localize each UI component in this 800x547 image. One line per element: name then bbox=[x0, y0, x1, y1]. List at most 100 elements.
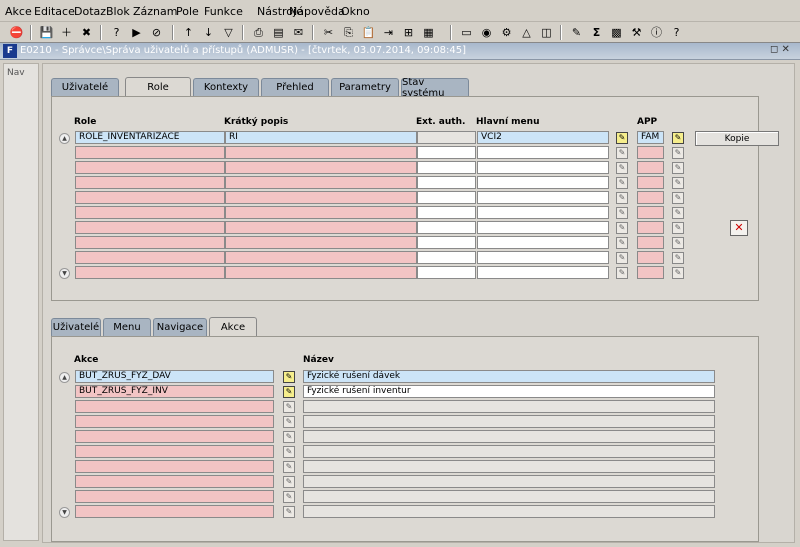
action-cell[interactable] bbox=[75, 415, 274, 428]
app-cell[interactable] bbox=[637, 221, 664, 234]
ext-auth-cell[interactable] bbox=[417, 146, 476, 159]
action-name-cell[interactable] bbox=[303, 475, 715, 488]
scroll-down-button[interactable]: ▼ bbox=[59, 268, 70, 279]
menu-item-0[interactable]: Akce bbox=[5, 5, 32, 18]
short-desc-cell[interactable] bbox=[225, 191, 417, 204]
edit-app-icon[interactable]: ✎ bbox=[672, 267, 684, 279]
gear-icon[interactable]: ⚙ bbox=[498, 24, 515, 41]
edit-action-icon[interactable]: ✎ bbox=[283, 431, 295, 443]
action-cell[interactable] bbox=[75, 445, 274, 458]
bottom-tab-0[interactable]: Uživatelé bbox=[51, 318, 101, 336]
action-name-cell[interactable] bbox=[303, 490, 715, 503]
ext-auth-cell[interactable] bbox=[417, 191, 476, 204]
tab-4[interactable]: Parametry bbox=[331, 78, 399, 96]
excel-icon[interactable]: ▩ bbox=[608, 24, 625, 41]
nav-panel[interactable]: Nav bbox=[3, 63, 39, 541]
menu-item-3[interactable]: Blok bbox=[106, 5, 130, 18]
edit-app-icon[interactable]: ✎ bbox=[672, 222, 684, 234]
delete-icon[interactable]: ✕ bbox=[730, 220, 748, 236]
delete-record-icon[interactable]: ✖ bbox=[78, 24, 95, 41]
edit-action-icon[interactable]: ✎ bbox=[283, 446, 295, 458]
save-icon[interactable]: 💾 bbox=[38, 24, 55, 41]
bottom-tab-3[interactable]: Akce bbox=[209, 317, 257, 336]
action-name-cell[interactable]: Fyzické rušení dávek bbox=[303, 370, 715, 383]
document-icon[interactable]: ▭ bbox=[458, 24, 475, 41]
cancel-query-icon[interactable]: ⊘ bbox=[148, 24, 165, 41]
action-name-cell[interactable] bbox=[303, 400, 715, 413]
role-cell[interactable] bbox=[75, 161, 225, 174]
action-name-cell[interactable] bbox=[303, 460, 715, 473]
short-desc-cell[interactable] bbox=[225, 161, 417, 174]
edit-app-icon[interactable]: ✎ bbox=[672, 237, 684, 249]
ext-auth-cell[interactable] bbox=[417, 206, 476, 219]
tab-1[interactable]: Role bbox=[125, 77, 191, 96]
short-desc-cell[interactable] bbox=[225, 146, 417, 159]
main-menu-cell[interactable] bbox=[477, 221, 609, 234]
app-cell[interactable] bbox=[637, 161, 664, 174]
edit-menu-icon[interactable]: ✎ bbox=[616, 177, 628, 189]
tab-5[interactable]: Stav systému bbox=[401, 77, 469, 99]
edit-action-icon[interactable]: ✎ bbox=[283, 476, 295, 488]
paste-icon[interactable]: 📋 bbox=[360, 24, 377, 41]
copy-button[interactable]: Kopie bbox=[695, 131, 779, 146]
menu-item-4[interactable]: Záznam bbox=[133, 5, 177, 18]
menu-item-5[interactable]: Pole bbox=[176, 5, 199, 18]
scroll-up-button[interactable]: ▲ bbox=[59, 133, 70, 144]
edit-app-icon[interactable]: ✎ bbox=[672, 147, 684, 159]
app-cell[interactable] bbox=[637, 251, 664, 264]
edit-app-icon[interactable]: ✎ bbox=[672, 207, 684, 219]
actions-scroll-down-button[interactable]: ▼ bbox=[59, 507, 70, 518]
menu-item-9[interactable]: Okno bbox=[341, 5, 370, 18]
app-cell[interactable] bbox=[637, 146, 664, 159]
help-icon[interactable]: ⓘ bbox=[648, 24, 665, 41]
main-menu-cell[interactable] bbox=[477, 146, 609, 159]
edit-app-icon[interactable]: ✎ bbox=[672, 132, 684, 144]
enter-query-icon[interactable]: ? bbox=[108, 24, 125, 41]
warning-icon[interactable]: △ bbox=[518, 24, 535, 41]
action-cell[interactable] bbox=[75, 430, 274, 443]
main-menu-cell[interactable] bbox=[477, 161, 609, 174]
role-cell[interactable] bbox=[75, 191, 225, 204]
edit-action-icon[interactable]: ✎ bbox=[283, 461, 295, 473]
sort-asc-icon[interactable]: ↑ bbox=[180, 24, 197, 41]
ext-auth-cell[interactable] bbox=[417, 131, 476, 144]
action-name-cell[interactable] bbox=[303, 505, 715, 518]
edit-app-icon[interactable]: ✎ bbox=[672, 252, 684, 264]
form-icon[interactable]: ▤ bbox=[270, 24, 287, 41]
action-cell[interactable] bbox=[75, 505, 274, 518]
edit-menu-icon[interactable]: ✎ bbox=[616, 162, 628, 174]
menu-item-1[interactable]: Editace bbox=[34, 5, 75, 18]
ext-auth-cell[interactable] bbox=[417, 161, 476, 174]
cut-icon[interactable]: ✂ bbox=[320, 24, 337, 41]
action-cell[interactable]: BUT_ZRUS_FYZ_INV bbox=[75, 385, 274, 398]
edit-action-icon[interactable]: ✎ bbox=[283, 506, 295, 518]
add-record-icon[interactable]: ＋ bbox=[58, 24, 75, 41]
main-menu-cell[interactable]: VCI2 bbox=[477, 131, 609, 144]
insert-icon[interactable]: ⊞ bbox=[400, 24, 417, 41]
role-cell[interactable] bbox=[75, 176, 225, 189]
sum-icon[interactable]: Σ bbox=[588, 24, 605, 41]
ext-auth-cell[interactable] bbox=[417, 251, 476, 264]
short-desc-cell[interactable] bbox=[225, 251, 417, 264]
sort-desc-icon[interactable]: ↓ bbox=[200, 24, 217, 41]
action-cell[interactable] bbox=[75, 475, 274, 488]
app-cell[interactable]: FAM bbox=[637, 131, 664, 144]
edit-action-icon[interactable]: ✎ bbox=[283, 416, 295, 428]
bottom-tab-2[interactable]: Navigace bbox=[153, 318, 207, 336]
filter-icon[interactable]: ▽ bbox=[220, 24, 237, 41]
edit-menu-icon[interactable]: ✎ bbox=[616, 132, 628, 144]
menu-item-2[interactable]: Dotaz bbox=[74, 5, 106, 18]
action-name-cell[interactable] bbox=[303, 415, 715, 428]
role-cell[interactable] bbox=[75, 146, 225, 159]
ext-auth-cell[interactable] bbox=[417, 221, 476, 234]
short-desc-cell[interactable] bbox=[225, 221, 417, 234]
edit-menu-icon[interactable]: ✎ bbox=[616, 147, 628, 159]
menu-item-8[interactable]: Nápověda bbox=[289, 5, 345, 18]
edit-app-icon[interactable]: ✎ bbox=[672, 192, 684, 204]
graph-icon[interactable]: ◫ bbox=[538, 24, 555, 41]
indent-icon[interactable]: ⇥ bbox=[380, 24, 397, 41]
action-cell[interactable]: BUT_ZRUS_FYZ_DAV bbox=[75, 370, 274, 383]
role-cell[interactable] bbox=[75, 221, 225, 234]
globe-icon[interactable]: ◉ bbox=[478, 24, 495, 41]
app-cell[interactable] bbox=[637, 266, 664, 279]
